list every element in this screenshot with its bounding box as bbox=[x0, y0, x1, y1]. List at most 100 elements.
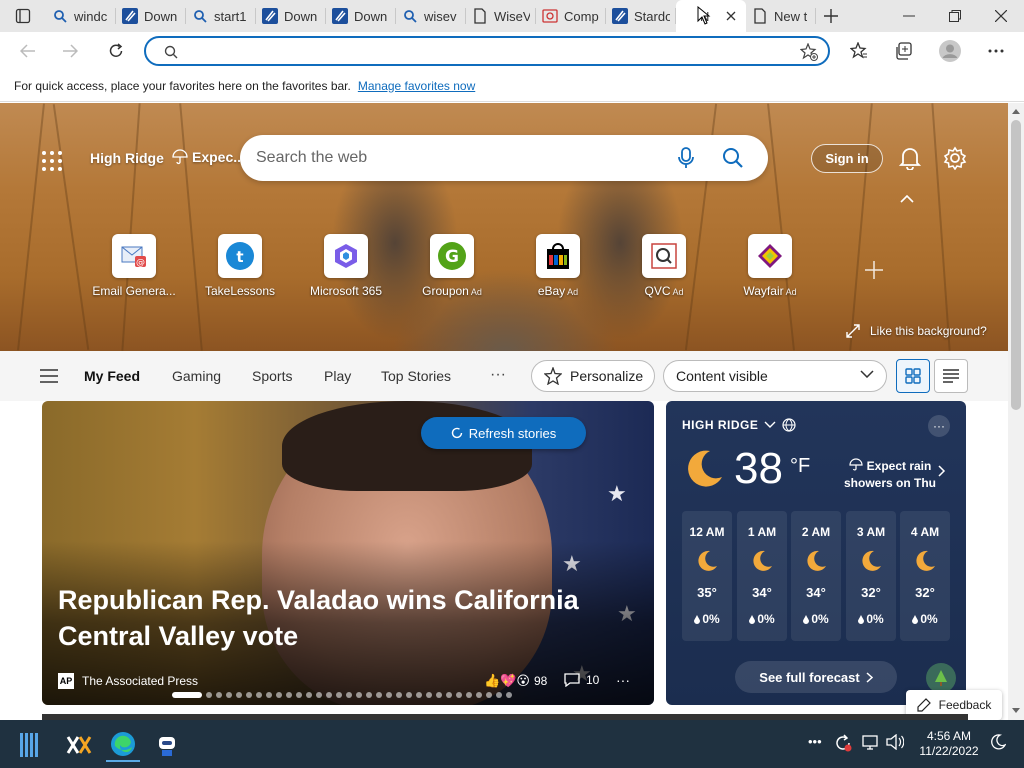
menu-icon[interactable] bbox=[40, 369, 58, 383]
search-icon[interactable] bbox=[722, 147, 744, 169]
hourly-forecast-item[interactable]: 3 AM 32° 0% bbox=[846, 511, 896, 641]
hourly-forecast-item[interactable]: 2 AM 34° 0% bbox=[791, 511, 841, 641]
carousel-dot[interactable] bbox=[306, 692, 312, 698]
chevron-up-icon[interactable] bbox=[900, 195, 914, 203]
tab-play[interactable]: Play bbox=[324, 368, 351, 384]
volume-icon[interactable] bbox=[886, 734, 904, 750]
quick-link-microsoft-365[interactable]: Microsoft 365 bbox=[296, 234, 396, 298]
more-tabs-button[interactable]: ··· bbox=[490, 366, 506, 384]
taskbar-app-x[interactable] bbox=[62, 728, 96, 762]
add-quick-link-icon[interactable] bbox=[864, 260, 884, 280]
weather-more-button[interactable]: ··· bbox=[928, 415, 950, 437]
carousel-dot[interactable] bbox=[226, 692, 232, 698]
carousel-dot[interactable] bbox=[406, 692, 412, 698]
location-label[interactable]: High Ridge bbox=[90, 150, 164, 166]
hourly-forecast-item[interactable]: 12 AM 35° 0% bbox=[682, 511, 732, 641]
carousel-dot[interactable] bbox=[206, 692, 212, 698]
tab-sports[interactable]: Sports bbox=[252, 368, 292, 384]
carousel-dot[interactable] bbox=[346, 692, 352, 698]
collections-button[interactable] bbox=[888, 35, 920, 67]
new-tab-button[interactable] bbox=[816, 0, 846, 32]
grid-view-button[interactable] bbox=[896, 359, 930, 393]
hourly-forecast-item[interactable]: 4 AM 32° 0% bbox=[900, 511, 950, 641]
vertical-scrollbar[interactable] bbox=[1008, 103, 1024, 720]
tab-7[interactable]: Comp bbox=[536, 0, 606, 32]
quick-link-groupon[interactable]: G Groupon Ad bbox=[402, 234, 502, 298]
carousel-dot[interactable] bbox=[336, 692, 342, 698]
apps-launcher-icon[interactable] bbox=[40, 149, 64, 173]
sync-icon[interactable] bbox=[834, 734, 852, 752]
settings-menu-button[interactable] bbox=[980, 35, 1012, 67]
sign-in-button[interactable]: Sign in bbox=[811, 144, 883, 173]
scroll-down-icon[interactable] bbox=[1012, 708, 1020, 714]
carousel-dot[interactable] bbox=[172, 692, 202, 698]
carousel-dot[interactable] bbox=[476, 692, 482, 698]
comments-button[interactable]: 10 bbox=[564, 673, 599, 687]
tab-4[interactable]: Down bbox=[326, 0, 396, 32]
address-bar[interactable] bbox=[144, 36, 830, 66]
carousel-dot[interactable] bbox=[316, 692, 322, 698]
notifications-bell-icon[interactable] bbox=[899, 146, 921, 170]
carousel-dot[interactable] bbox=[376, 692, 382, 698]
reactions-button[interactable]: 👍💖😮 98 bbox=[484, 673, 547, 689]
carousel-dot[interactable] bbox=[256, 692, 262, 698]
start-button[interactable] bbox=[12, 728, 46, 762]
carousel-dot[interactable] bbox=[416, 692, 422, 698]
weather-mini[interactable]: Expec... bbox=[172, 149, 245, 165]
close-tab-icon[interactable] bbox=[726, 11, 736, 21]
tab-0[interactable]: windc bbox=[46, 0, 116, 32]
weather-card[interactable]: HIGH RIDGE ··· 38 °F Expect rain showers… bbox=[666, 401, 966, 705]
carousel-dot[interactable] bbox=[286, 692, 292, 698]
search-input[interactable]: Search the web bbox=[256, 149, 367, 167]
microphone-icon[interactable] bbox=[678, 147, 694, 169]
profile-button[interactable] bbox=[934, 35, 966, 67]
scroll-up-icon[interactable] bbox=[1012, 108, 1020, 114]
refresh-button[interactable] bbox=[100, 35, 132, 67]
tree-icon[interactable] bbox=[926, 663, 956, 693]
list-view-button[interactable] bbox=[934, 359, 968, 393]
carousel-dot[interactable] bbox=[486, 692, 492, 698]
tab-2[interactable]: start1 bbox=[186, 0, 256, 32]
taskbar-edge[interactable] bbox=[106, 728, 140, 762]
carousel-dot[interactable] bbox=[456, 692, 462, 698]
scrollbar-thumb[interactable] bbox=[1011, 120, 1021, 410]
restore-button[interactable] bbox=[932, 0, 978, 32]
chevron-right-icon[interactable] bbox=[938, 465, 946, 477]
carousel-dot[interactable] bbox=[396, 692, 402, 698]
carousel-dot[interactable] bbox=[246, 692, 252, 698]
quick-link-wayfair[interactable]: Wayfair Ad bbox=[720, 234, 820, 298]
tab-gaming[interactable]: Gaming bbox=[172, 368, 221, 384]
like-background-button[interactable]: Like this background? bbox=[846, 324, 987, 338]
tab-top-stories[interactable]: Top Stories bbox=[381, 368, 451, 384]
hourly-forecast-item[interactable]: 1 AM 34° 0% bbox=[737, 511, 787, 641]
carousel-dot[interactable] bbox=[266, 692, 272, 698]
carousel-dot[interactable] bbox=[356, 692, 362, 698]
quick-link-qvc[interactable]: QVC Ad bbox=[614, 234, 714, 298]
see-full-forecast-button[interactable]: See full forecast bbox=[735, 661, 897, 693]
tab-3[interactable]: Down bbox=[256, 0, 326, 32]
network-icon[interactable] bbox=[862, 734, 880, 750]
web-search-box[interactable]: Search the web bbox=[240, 135, 768, 181]
tab-8[interactable]: Stardo bbox=[606, 0, 676, 32]
carousel-dot[interactable] bbox=[496, 692, 502, 698]
tab-10[interactable]: New t bbox=[746, 0, 816, 32]
quick-link-email-generator[interactable]: @ Email Genera... bbox=[84, 234, 184, 298]
carousel-dot[interactable] bbox=[386, 692, 392, 698]
tray-overflow-button[interactable]: ••• bbox=[808, 734, 822, 749]
favorites-button[interactable] bbox=[843, 35, 875, 67]
system-clock[interactable]: 4:56 AM 11/22/2022 bbox=[912, 729, 986, 759]
quick-link-takelessons[interactable]: t TakeLessons bbox=[190, 234, 290, 298]
tab-5[interactable]: wisev bbox=[396, 0, 466, 32]
tab-actions-button[interactable] bbox=[0, 0, 46, 32]
tab-my-feed[interactable]: My Feed bbox=[84, 368, 140, 384]
personalize-button[interactable]: Personalize bbox=[531, 360, 655, 392]
story-more-button[interactable]: ··· bbox=[616, 672, 630, 688]
back-button[interactable] bbox=[12, 35, 44, 67]
carousel-dot[interactable] bbox=[466, 692, 472, 698]
settings-gear-icon[interactable] bbox=[943, 146, 967, 170]
tab-6[interactable]: WiseV bbox=[466, 0, 536, 32]
temperature-unit[interactable]: °F bbox=[790, 455, 810, 478]
manage-favorites-link[interactable]: Manage favorites now bbox=[358, 79, 475, 93]
close-window-button[interactable] bbox=[978, 0, 1024, 32]
story-source[interactable]: AP The Associated Press bbox=[58, 673, 198, 689]
